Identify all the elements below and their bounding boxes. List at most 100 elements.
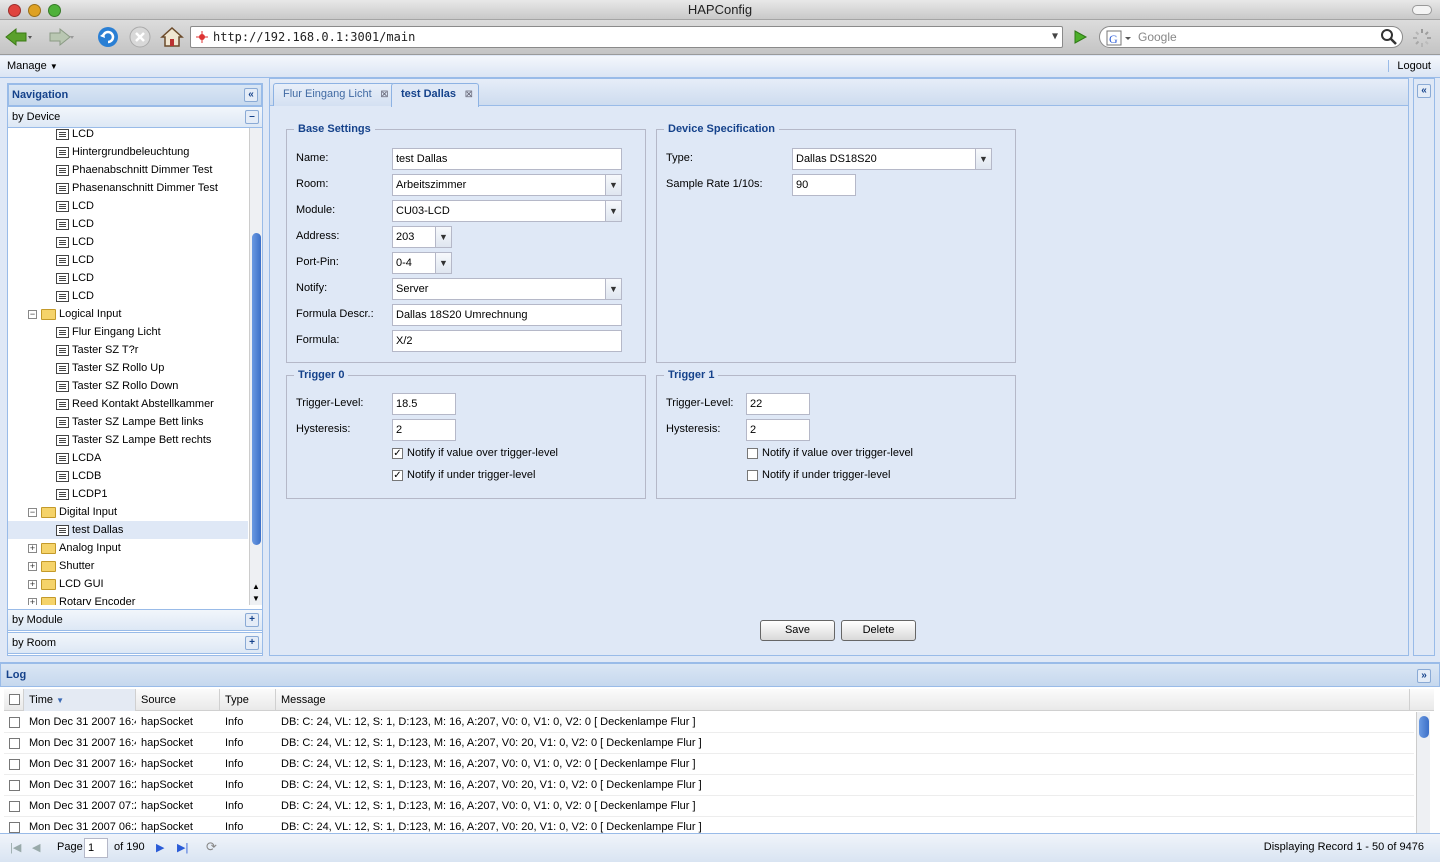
tree-folder[interactable]: − Logical Input xyxy=(8,305,248,323)
chevron-down-icon[interactable]: ▼ xyxy=(435,226,452,248)
expand-left-icon[interactable]: « xyxy=(1417,84,1431,98)
row-checkbox[interactable] xyxy=(4,733,24,754)
tab-test-dallas[interactable]: test Dallas ⊠ xyxy=(391,83,480,107)
tree-leaf[interactable]: LCDB xyxy=(8,467,248,485)
log-scrollbar[interactable] xyxy=(1416,712,1430,833)
log-row[interactable]: Mon Dec 31 2007 06:2 hapSocket Info DB: C: … xyxy=(4,817,1414,833)
sample-rate-field[interactable]: 90 xyxy=(792,174,856,196)
checkbox-checked-icon[interactable]: ✓ xyxy=(392,469,403,481)
log-row[interactable]: Mon Dec 31 2007 07:2 hapSocket Info DB: C: … xyxy=(4,796,1414,817)
logout-link[interactable]: Logout xyxy=(1388,60,1431,72)
refresh-icon[interactable]: ⟳ xyxy=(206,839,217,855)
tree-leaf[interactable]: Phaenabschnitt Dimmer Test xyxy=(8,161,248,179)
chevron-down-icon[interactable]: ▼ xyxy=(605,174,622,196)
column-time[interactable]: Time ▼ xyxy=(24,689,136,711)
tree-leaf[interactable]: LCD xyxy=(8,269,248,287)
tree-leaf[interactable]: LCDP1 xyxy=(8,485,248,503)
close-tab-icon[interactable]: ⊠ xyxy=(380,84,388,105)
tree-leaf[interactable]: LCD xyxy=(8,233,248,251)
accordion-by-module[interactable]: by Module + xyxy=(8,609,262,631)
tree-folder[interactable]: − Digital Input xyxy=(8,503,248,521)
tree-leaf[interactable]: LCD xyxy=(8,128,248,143)
tree-folder[interactable]: + Analog Input xyxy=(8,539,248,557)
tree-leaf[interactable]: Taster SZ Rollo Up xyxy=(8,359,248,377)
go-button[interactable] xyxy=(1066,25,1094,49)
search-input[interactable]: G Google xyxy=(1099,26,1403,48)
tree-folder[interactable]: + Shutter xyxy=(8,557,248,575)
accordion-by-device[interactable]: by Device – xyxy=(8,106,262,128)
manage-menu[interactable]: Manage ▼ xyxy=(7,60,58,72)
portpin-select[interactable]: 0-4 ▼ xyxy=(392,252,452,274)
tab-flur-eingang-licht[interactable]: Flur Eingang Licht ⊠ xyxy=(273,83,395,106)
collapse-node-icon[interactable]: − xyxy=(28,507,37,517)
back-button[interactable] xyxy=(4,25,32,49)
log-row[interactable]: Mon Dec 31 2007 16:4 hapSocket Info DB: C: … xyxy=(4,712,1414,733)
checkbox-unchecked-icon[interactable] xyxy=(747,469,758,481)
tree-leaf[interactable]: Taster SZ Lampe Bett rechts xyxy=(8,431,248,449)
url-history-dropdown-icon[interactable]: ▼ xyxy=(1052,27,1058,47)
tree-leaf[interactable]: LCD xyxy=(8,251,248,269)
last-page-icon[interactable]: ▶| xyxy=(177,841,188,854)
row-checkbox[interactable] xyxy=(4,712,24,733)
reload-button[interactable] xyxy=(94,25,122,49)
tree-leaf[interactable]: LCD xyxy=(8,197,248,215)
tree-scrollbar[interactable]: ▲ ▼ xyxy=(249,128,262,605)
column-type[interactable]: Type xyxy=(220,689,276,711)
tree-leaf[interactable]: Reed Kontakt Abstellkammer xyxy=(8,395,248,413)
tree-leaf[interactable]: Taster SZ Rollo Down xyxy=(8,377,248,395)
expand-node-icon[interactable]: + xyxy=(28,561,37,571)
collapse-icon[interactable]: – xyxy=(245,110,259,124)
tree-folder[interactable]: + Rotary Encoder xyxy=(8,593,248,605)
trigger1-notify-over-checkbox[interactable]: Notify if value over trigger-level xyxy=(747,447,913,459)
scroll-up-icon[interactable]: ▲ xyxy=(252,582,260,591)
chevron-down-icon[interactable]: ▼ xyxy=(975,148,992,170)
prev-page-icon[interactable]: ◀ xyxy=(32,841,40,854)
notify-select[interactable]: Server ▼ xyxy=(392,278,622,300)
address-select[interactable]: 203 ▼ xyxy=(392,226,452,248)
log-row[interactable]: Mon Dec 31 2007 16:2 hapSocket Info DB: C: … xyxy=(4,775,1414,796)
collapse-node-icon[interactable]: − xyxy=(28,309,37,319)
column-source[interactable]: Source xyxy=(136,689,220,711)
expand-node-icon[interactable]: + xyxy=(28,543,37,553)
chevron-down-icon[interactable]: ▼ xyxy=(605,200,622,222)
log-row[interactable]: Mon Dec 31 2007 16:4 hapSocket Info DB: C: … xyxy=(4,754,1414,775)
expand-node-icon[interactable]: + xyxy=(28,597,37,605)
delete-button[interactable]: Delete xyxy=(841,620,916,641)
collapse-down-icon[interactable]: » xyxy=(1417,669,1431,683)
row-checkbox[interactable] xyxy=(4,775,24,796)
row-checkbox[interactable] xyxy=(4,754,24,775)
row-checkbox[interactable] xyxy=(4,796,24,817)
type-select[interactable]: Dallas DS18S20 ▼ xyxy=(792,148,992,170)
column-message[interactable]: Message xyxy=(276,689,1410,711)
formula-field[interactable]: X/2 xyxy=(392,330,622,352)
toolbar-toggle-button[interactable] xyxy=(1412,5,1432,15)
close-tab-icon[interactable]: ⊠ xyxy=(465,84,473,105)
url-input[interactable]: http://192.168.0.1:3001/main ▼ xyxy=(190,26,1063,48)
room-select[interactable]: Arbeitszimmer ▼ xyxy=(392,174,622,196)
next-page-icon[interactable]: ▶ xyxy=(156,841,164,854)
stop-button[interactable] xyxy=(126,25,154,49)
formula-descr-field[interactable]: Dallas 18S20 Umrechnung xyxy=(392,304,622,326)
trigger1-notify-under-checkbox[interactable]: Notify if under trigger-level xyxy=(747,469,890,481)
chevron-down-icon[interactable]: ▼ xyxy=(605,278,622,300)
trigger1-hysteresis-field[interactable]: 2 xyxy=(746,419,810,441)
minimize-window-button[interactable] xyxy=(28,4,41,17)
trigger0-hysteresis-field[interactable]: 2 xyxy=(392,419,456,441)
trigger0-notify-over-checkbox[interactable]: ✓ Notify if value over trigger-level xyxy=(392,447,558,459)
select-all-checkbox[interactable] xyxy=(4,689,24,711)
row-checkbox[interactable] xyxy=(4,817,24,833)
accordion-by-room[interactable]: by Room + xyxy=(8,632,262,654)
save-button[interactable]: Save xyxy=(760,620,835,641)
tree-leaf[interactable]: Flur Eingang Licht xyxy=(8,323,248,341)
scroll-down-icon[interactable]: ▼ xyxy=(252,594,260,603)
tree-folder[interactable]: + LCD GUI xyxy=(8,575,248,593)
tree-leaf[interactable]: test Dallas xyxy=(8,521,248,539)
first-page-icon[interactable]: |◀ xyxy=(10,841,21,854)
tree-leaf[interactable]: Phasenanschnitt Dimmer Test xyxy=(8,179,248,197)
tree-leaf[interactable]: Taster SZ Lampe Bett links xyxy=(8,413,248,431)
scrollbar-thumb[interactable] xyxy=(1419,716,1429,738)
expand-icon[interactable]: + xyxy=(245,613,259,627)
module-select[interactable]: CU03-LCD ▼ xyxy=(392,200,622,222)
tree-leaf[interactable]: LCD xyxy=(8,287,248,305)
tree-leaf[interactable]: Hintergrundbeleuchtung xyxy=(8,143,248,161)
